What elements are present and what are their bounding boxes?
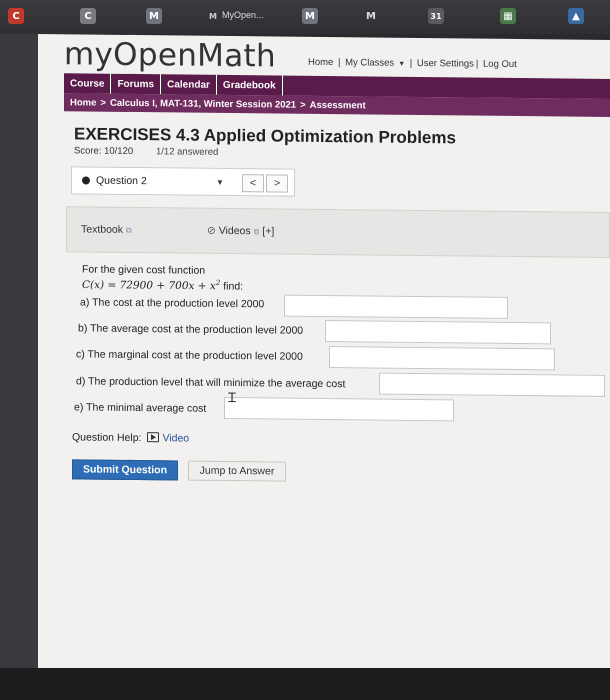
answered-count: 1/12 answered bbox=[156, 146, 219, 158]
chevron-down-icon[interactable]: ▼ bbox=[216, 178, 224, 187]
nav-gradebook[interactable]: Gradebook bbox=[216, 74, 283, 96]
nav-calendar[interactable]: Calendar bbox=[161, 74, 217, 95]
breadcrumb-separator-icon: > bbox=[100, 97, 106, 109]
prev-question-button[interactable]: < bbox=[242, 174, 264, 193]
browser-tab-strip: C C M M MyOpen... M M 31 ▦ ▲ bbox=[0, 0, 610, 34]
part-a-label: a) The cost at the production level 2000 bbox=[80, 296, 265, 311]
breadcrumb-separator-icon: > bbox=[300, 99, 306, 111]
nav-course[interactable]: Course bbox=[64, 73, 112, 94]
status-dot-icon bbox=[82, 176, 90, 185]
submit-question-button[interactable]: Submit Question bbox=[72, 459, 178, 481]
question-help-label: Question Help: bbox=[72, 431, 142, 445]
sheet-icon[interactable]: ▦ bbox=[500, 8, 516, 24]
breadcrumb-home[interactable]: Home bbox=[70, 97, 96, 108]
page: myOpenMath Home | My Classes ▼ | User Set… bbox=[38, 34, 610, 674]
part-b-label: b) The average cost at the production le… bbox=[78, 322, 304, 337]
part-a-input[interactable] bbox=[284, 294, 508, 319]
left-frame bbox=[0, 34, 38, 668]
drive-icon[interactable]: ▲ bbox=[568, 8, 584, 24]
play-video-icon[interactable] bbox=[147, 432, 160, 443]
myopenmath-tab-favicon: M bbox=[209, 11, 217, 21]
formula-tail: find: bbox=[220, 280, 244, 293]
app-icon[interactable]: C bbox=[8, 8, 24, 24]
question-help: Question Help: Video bbox=[72, 431, 189, 444]
text-cursor-icon: Ꮖ bbox=[228, 390, 237, 407]
part-c-input[interactable] bbox=[329, 346, 555, 371]
external-link-icon: ⧉ bbox=[126, 225, 132, 235]
myopenmath-icon-2[interactable]: M bbox=[302, 8, 318, 24]
next-question-button[interactable]: > bbox=[266, 174, 288, 193]
part-b-input[interactable] bbox=[325, 320, 551, 345]
external-link-icon: ⧉ bbox=[253, 227, 260, 237]
video-icon: ⊘ bbox=[207, 224, 216, 237]
videos-link[interactable]: ⊘ Videos ⧉ [+] bbox=[207, 225, 274, 238]
active-tab-title[interactable]: MyOpen... bbox=[222, 10, 264, 20]
question-resources: Textbook ⧉ ⊘ Videos ⧉ [+] bbox=[66, 206, 610, 258]
calendar-icon[interactable]: 31 bbox=[428, 8, 444, 24]
breadcrumb-course[interactable]: Calculus I, MAT-131, Winter Session 2021 bbox=[110, 97, 296, 110]
logout-link[interactable]: Log Out bbox=[483, 59, 517, 70]
expand-videos-button[interactable]: [+] bbox=[262, 225, 274, 237]
textbook-label: Textbook bbox=[81, 223, 124, 236]
formula-main: C(x) = 72900 + 700x + x bbox=[82, 278, 216, 293]
user-settings-link[interactable]: User Settings bbox=[417, 58, 474, 70]
jump-to-answer-button[interactable]: Jump to Answer bbox=[188, 460, 286, 482]
site-logo[interactable]: myOpenMath bbox=[64, 36, 276, 74]
tab-icon[interactable]: C bbox=[80, 8, 96, 24]
myopenmath-icon[interactable]: M bbox=[146, 8, 162, 24]
bottom-edge bbox=[0, 668, 610, 700]
part-e-input[interactable] bbox=[224, 396, 454, 422]
question-intro: For the given cost function bbox=[82, 263, 206, 277]
score-text: Score: 10/120 bbox=[74, 145, 134, 157]
part-e-label: e) The minimal average cost bbox=[74, 401, 207, 415]
question-select[interactable]: Question 2 bbox=[72, 167, 232, 195]
help-video-link[interactable]: Video bbox=[162, 432, 189, 444]
part-d-input[interactable] bbox=[379, 372, 605, 397]
home-link[interactable]: Home bbox=[308, 57, 333, 68]
page-title: EXERCISES 4.3 Applied Optimization Probl… bbox=[74, 124, 456, 148]
top-links: Home | My Classes ▼ | User Settings | Log … bbox=[308, 56, 517, 71]
videos-label: Videos bbox=[218, 224, 251, 238]
breadcrumb-current: Assessment bbox=[309, 99, 366, 111]
question-select-label: Question 2 bbox=[96, 174, 147, 188]
nav-forums[interactable]: Forums bbox=[111, 73, 162, 95]
my-classes-link[interactable]: My Classes bbox=[345, 57, 394, 69]
cost-function: C(x) = 72900 + 700x + x2 find: bbox=[82, 277, 244, 293]
textbook-link[interactable]: Textbook ⧉ bbox=[81, 223, 132, 236]
question-navigator: Question 2 ▼ < > bbox=[71, 166, 295, 197]
part-c-label: c) The marginal cost at the production l… bbox=[76, 348, 303, 363]
part-d-label: d) The production level that will minimi… bbox=[76, 375, 346, 391]
chevron-down-icon[interactable]: ▼ bbox=[398, 61, 405, 68]
mail-icon[interactable]: M bbox=[363, 8, 379, 24]
